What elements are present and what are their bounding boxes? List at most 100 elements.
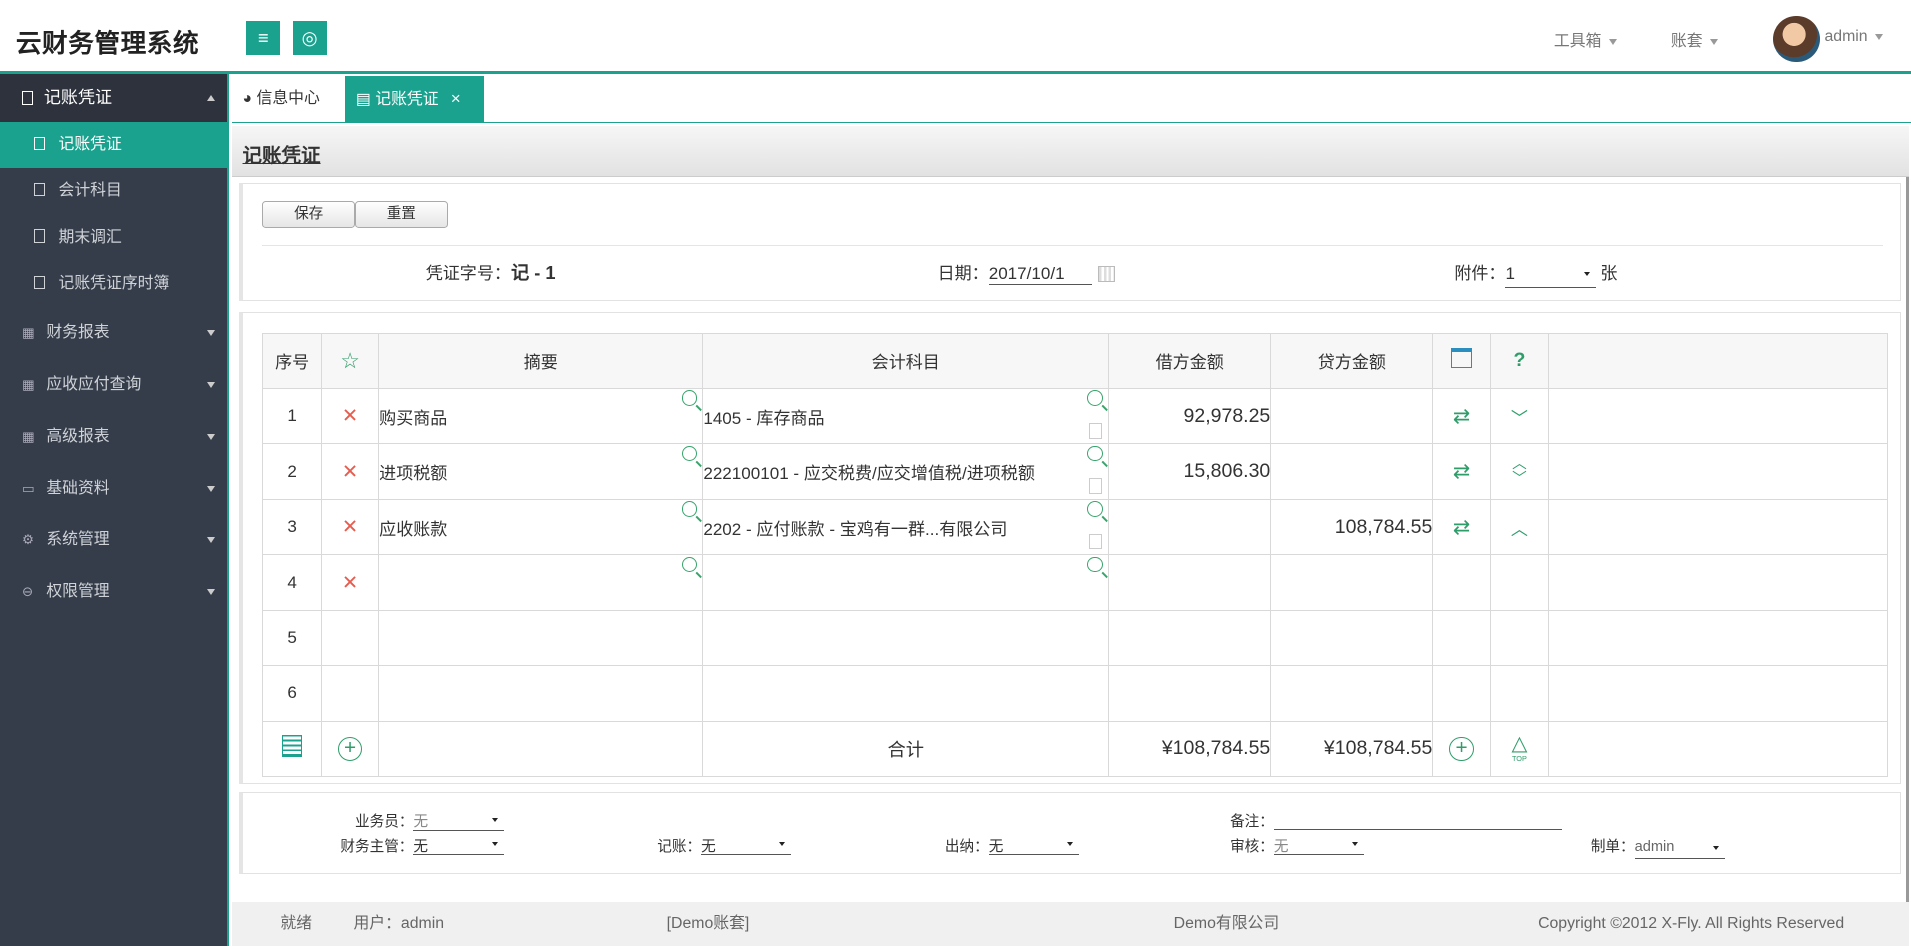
sidebar-item-voucher[interactable]: 记账凭证 [0,121,228,169]
sidebar-group-advanced-reports[interactable]: ▦ 高级报表 [0,411,227,463]
delete-row-icon[interactable]: ✕ [320,443,380,500]
cashier-field: 出纳：无 [945,835,1079,856]
status-user: 用户：admin [353,914,445,932]
sidebar-group-receivable[interactable]: ▦ 应收应付查询 [0,359,227,411]
search-icon[interactable] [681,501,698,517]
sidebar-item-accounts[interactable]: 会计科目 [0,168,227,214]
summary-cell[interactable]: 购买商品 [378,387,704,445]
tab-info-center[interactable]: ◕ 信息中心 [232,76,331,122]
swap-icon[interactable]: ⇄ [1432,498,1491,556]
date-input[interactable]: 2017/10/1 [988,264,1093,286]
summary-cell[interactable]: 进项税额 [378,443,704,500]
tab-voucher[interactable]: ▤ 记账凭证 × [344,75,484,122]
credit-cell[interactable] [1270,443,1434,500]
table-row: 2 ✕ 进项税额 222100101 - 应交税费/应交增值税/进项税额 15,… [262,443,1888,500]
move-up-down-icon[interactable]: ︿ ﹀ [1489,443,1550,500]
reset-button[interactable]: 重置 [355,200,448,228]
bookkeeper-select[interactable]: 无 [701,835,792,856]
help-icon[interactable]: ? [1489,332,1550,389]
status-ready: 就绪 [280,914,312,932]
document-icon[interactable] [1088,478,1103,494]
credit-cell[interactable] [1270,609,1434,667]
status-copyright: Copyright ©2012 X-Fly. All Rights Reserv… [1538,914,1845,932]
search-icon[interactable] [681,445,698,462]
user-menu[interactable]: admin [1824,28,1883,46]
audit-select[interactable]: 无 [1273,835,1365,856]
credit-cell[interactable] [1270,387,1434,445]
debit-cell[interactable]: 15,806.30 [1108,443,1272,500]
add-icon[interactable]: + [1432,720,1491,778]
delete-row-icon[interactable]: ✕ [320,498,380,556]
empty-cell [1432,665,1491,722]
user-name: admin [1824,28,1868,46]
swap-icon[interactable]: ⇄ [1432,387,1491,445]
summary-cell[interactable] [378,665,704,722]
account-value: 222100101 - 应交税费/应交增值税/进项税额 [703,464,1035,484]
search-icon[interactable] [681,556,698,573]
calendar-list-icon[interactable] [1432,332,1491,389]
search-icon[interactable] [1087,445,1104,462]
close-icon[interactable]: × [451,89,461,108]
voucher-table-box: 序号 ☆ 摘要 会计科目 借方金额 贷方金额 ? 1 ✕ 购买商品 1405 -… [238,312,1902,784]
account-cell[interactable]: 222100101 - 应交税费/应交增值税/进项税额 [702,443,1110,500]
save-button[interactable]: 保存 [262,200,355,228]
app-title: 云财务管理系统 [15,30,200,59]
menu-toggle-button[interactable]: ≡ [246,20,281,55]
credit-cell[interactable] [1270,554,1434,611]
remark-input[interactable] [1273,812,1562,830]
add-row-icon[interactable]: + [320,720,380,778]
debit-cell[interactable]: 92,978.25 [1108,387,1272,445]
search-icon[interactable] [1087,556,1104,573]
document-icon[interactable] [1088,533,1103,550]
salesman-select[interactable]: 无 [413,810,504,831]
calendar-icon[interactable] [1098,265,1116,282]
attachment-select[interactable]: 1 [1505,264,1596,288]
manager-select[interactable]: 无 [413,835,504,856]
maker-select[interactable]: admin [1634,839,1725,860]
empty-cell [1432,609,1491,667]
credit-cell[interactable]: 108,784.55 [1270,498,1434,556]
summary-cell[interactable] [378,554,704,611]
table-header-row: 序号 ☆ 摘要 会计科目 借方金额 贷方金额 ? [262,332,1888,389]
cashier-select[interactable]: 无 [988,835,1079,856]
move-up-icon[interactable]: ︿ [1489,498,1550,556]
search-icon[interactable] [1087,390,1104,407]
top-icon[interactable]: △ TOP [1489,720,1550,778]
row-seq: 5 [262,609,322,667]
document-icon[interactable] [1088,422,1103,439]
delete-row-icon[interactable]: ✕ [320,387,380,445]
account-cell[interactable]: 1405 - 库存商品 [702,387,1110,445]
account-value: 2202 - 应付账款 - 宝鸡有一群...有限公司 [703,519,1008,539]
debit-cell[interactable] [1108,554,1272,611]
search-icon[interactable] [1087,501,1104,517]
sidebar-item-voucher-journal[interactable]: 记账凭证序时簿 [0,261,227,307]
sidebar-group-basic-data[interactable]: ▭ 基础资料 [0,463,227,515]
account-cell[interactable] [702,554,1110,611]
account-cell[interactable] [702,609,1110,667]
caret-down-icon [1709,38,1718,45]
sidebar-group-system[interactable]: ⚙ 系统管理 [0,514,227,566]
globe-button[interactable]: ◎ [292,20,327,55]
account-cell[interactable] [702,665,1110,722]
summary-cell[interactable]: 应收账款 [378,498,704,556]
manager-field: 财务主管：无 [340,835,504,856]
delete-row-icon[interactable]: ✕ [320,554,380,611]
debit-cell[interactable] [1108,665,1272,722]
toolbox-menu[interactable]: 工具箱 [1554,28,1617,51]
debit-cell[interactable] [1108,609,1272,667]
avatar[interactable] [1773,15,1820,63]
swap-icon[interactable]: ⇄ [1432,443,1491,500]
sidebar-group-reports[interactable]: ▦ 财务报表 [0,307,227,359]
credit-cell[interactable] [1270,665,1434,722]
summary-cell[interactable] [378,609,704,667]
gear-icon: ⚙ [21,532,34,548]
calculator-icon[interactable] [262,720,322,778]
account-set-menu[interactable]: 账套 [1671,28,1718,51]
debit-cell[interactable] [1108,498,1272,556]
search-icon[interactable] [681,390,698,407]
account-cell[interactable]: 2202 - 应付账款 - 宝鸡有一群...有限公司 [702,498,1110,556]
sidebar-group-voucher[interactable]: 记账凭证 [0,74,228,122]
sidebar-group-permissions[interactable]: ⊖ 权限管理 [0,566,227,618]
sidebar-item-exchange-adjust[interactable]: 期末调汇 [0,215,227,261]
move-down-icon[interactable]: ﹀ [1489,387,1550,445]
